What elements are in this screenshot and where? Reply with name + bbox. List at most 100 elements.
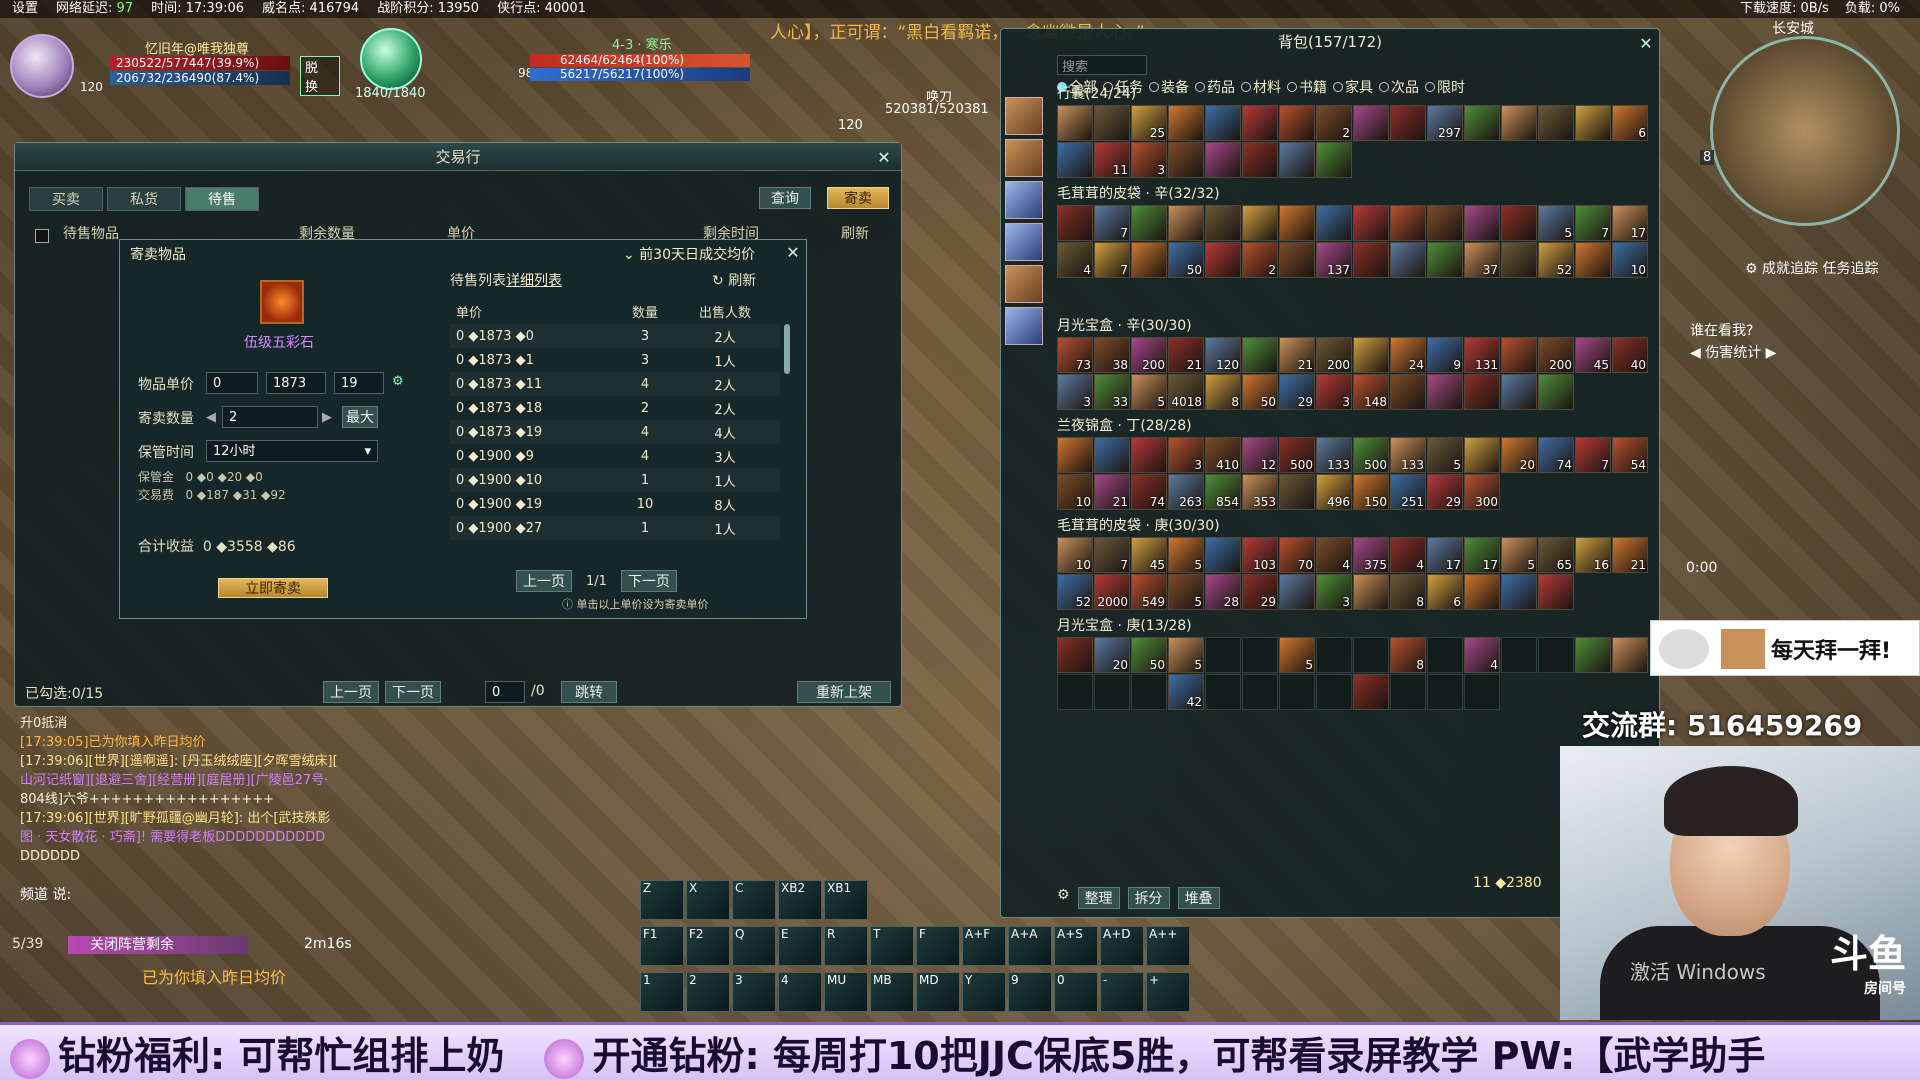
pending-row[interactable]: 0 ◆1873 ◆19 4 4人 <box>450 420 780 444</box>
bag-item[interactable] <box>1279 142 1315 178</box>
bag-item[interactable]: 133 <box>1390 437 1426 473</box>
detail-list-link[interactable]: 详细列表 <box>506 273 562 289</box>
bag-item[interactable] <box>1501 242 1537 278</box>
bag-item[interactable] <box>1168 142 1204 178</box>
bag-item[interactable]: 52 <box>1057 574 1093 610</box>
bag-item[interactable] <box>1353 337 1389 373</box>
skill-slot[interactable]: 4 <box>778 972 822 1012</box>
pending-row[interactable]: 0 ◆1900 ◆27 1 1人 <box>450 516 780 540</box>
bag-item[interactable] <box>1464 205 1500 241</box>
bag-item[interactable] <box>1575 242 1611 278</box>
trade-next-button[interactable]: 下一页 <box>385 681 441 703</box>
bag-item[interactable] <box>1279 242 1315 278</box>
bag-item[interactable] <box>1205 105 1241 141</box>
bag-item[interactable]: 120 <box>1205 337 1241 373</box>
skill-slot[interactable]: MD <box>916 972 960 1012</box>
empty-slot[interactable] <box>1390 674 1426 710</box>
bag-item[interactable] <box>1538 105 1574 141</box>
bag-item[interactable] <box>1464 437 1500 473</box>
bag-item[interactable]: 8 <box>1205 374 1241 410</box>
bag-item[interactable] <box>1205 242 1241 278</box>
empty-slot[interactable] <box>1316 674 1352 710</box>
bag-tab-4[interactable] <box>1005 223 1043 261</box>
price-gold-input[interactable]: 0 <box>206 372 258 394</box>
bag-item[interactable] <box>1094 437 1130 473</box>
bag-tab-2[interactable] <box>1005 139 1043 177</box>
bag-item[interactable] <box>1279 474 1315 510</box>
bag-tab-5[interactable] <box>1005 265 1043 303</box>
bag-item[interactable]: 549 <box>1131 574 1167 610</box>
bag-item[interactable] <box>1242 205 1278 241</box>
bag-item[interactable] <box>1131 437 1167 473</box>
bag-tab-6[interactable] <box>1005 307 1043 345</box>
bag-item[interactable] <box>1168 205 1204 241</box>
tab-pending[interactable]: 待售 <box>185 187 259 211</box>
bag-item[interactable]: 50 <box>1168 242 1204 278</box>
disengage-button[interactable]: 脱 换 <box>300 56 340 96</box>
keep-time-select[interactable]: 12小时 ▾ <box>206 440 378 462</box>
who-watching[interactable]: 谁在看我? <box>1690 320 1753 340</box>
skill-slot[interactable]: A+S <box>1054 926 1098 966</box>
bag-item[interactable]: 17 <box>1427 537 1463 573</box>
bag-item[interactable] <box>1501 374 1537 410</box>
bag-item[interactable]: 21 <box>1168 337 1204 373</box>
bag-item[interactable]: 7 <box>1094 205 1130 241</box>
tab-private[interactable]: 私货 <box>107 187 181 211</box>
bag-item[interactable] <box>1353 105 1389 141</box>
bag-item[interactable]: 200 <box>1316 337 1352 373</box>
bag-item[interactable] <box>1390 205 1426 241</box>
price-copper-input[interactable]: 19 <box>334 372 384 394</box>
skill-slot[interactable]: XB1 <box>824 880 868 920</box>
bag-item[interactable]: 7 <box>1094 537 1130 573</box>
bag-section-title[interactable]: 月光宝盒 · 庚(13/28) <box>1057 615 1653 637</box>
bag-item[interactable] <box>1094 105 1130 141</box>
bag-item[interactable]: 10 <box>1057 537 1093 573</box>
empty-slot[interactable] <box>1427 637 1463 673</box>
bag-item[interactable] <box>1353 242 1389 278</box>
skill-slot[interactable]: + <box>1146 972 1190 1012</box>
empty-slot[interactable] <box>1094 674 1130 710</box>
bag-item[interactable]: 3 <box>1168 437 1204 473</box>
bag-item[interactable]: 6 <box>1427 574 1463 610</box>
skill-slot[interactable]: 3 <box>732 972 776 1012</box>
chat-log[interactable]: 升0抵消 [17:39:05]已为你填入昨日均价 [17:39:06][世界][遥啊… <box>20 714 410 904</box>
damage-stats[interactable]: ◀ 伤害统计 ▶ <box>1690 342 1776 362</box>
bag-item[interactable] <box>1242 142 1278 178</box>
pending-next-button[interactable]: 下一页 <box>620 570 677 592</box>
bag-item[interactable]: 42 <box>1168 674 1204 710</box>
bag-item[interactable] <box>1464 574 1500 610</box>
bag-item[interactable]: 10 <box>1057 474 1093 510</box>
empty-slot[interactable] <box>1205 637 1241 673</box>
bag-item[interactable] <box>1131 205 1167 241</box>
skill-slot[interactable]: 2 <box>686 972 730 1012</box>
price-silver-input[interactable]: 1873 <box>266 372 326 394</box>
bag-item[interactable]: 21 <box>1279 337 1315 373</box>
bag-item[interactable]: 300 <box>1464 474 1500 510</box>
bag-item[interactable]: 5 <box>1501 537 1537 573</box>
skill-slot[interactable]: X <box>686 880 730 920</box>
pending-row[interactable]: 0 ◆1900 ◆19 10 8人 <box>450 492 780 516</box>
bag-item[interactable]: 3 <box>1131 142 1167 178</box>
bag-item[interactable]: 5 <box>1427 437 1463 473</box>
bag-item[interactable] <box>1390 242 1426 278</box>
bag-item[interactable] <box>1612 637 1648 673</box>
bag-item[interactable]: 410 <box>1205 437 1241 473</box>
minimap[interactable]: 长安城 8 <box>1700 18 1910 228</box>
empty-slot[interactable] <box>1538 637 1574 673</box>
bag-item[interactable]: 17 <box>1612 205 1648 241</box>
page-input[interactable]: 0 <box>485 681 525 703</box>
bag-close-icon[interactable]: ✕ <box>1637 35 1655 53</box>
bag-item[interactable]: 4 <box>1464 637 1500 673</box>
skill-slot[interactable]: T <box>870 926 914 966</box>
pending-row[interactable]: 0 ◆1900 ◆10 1 1人 <box>450 468 780 492</box>
bag-item[interactable] <box>1427 205 1463 241</box>
bag-item[interactable] <box>1464 374 1500 410</box>
bag-item[interactable]: 52 <box>1538 242 1574 278</box>
bag-item[interactable]: 25 <box>1131 105 1167 141</box>
bag-item[interactable] <box>1205 142 1241 178</box>
bag-item[interactable]: 21 <box>1094 474 1130 510</box>
split-button[interactable]: 拆分 <box>1127 887 1170 909</box>
skill-slot[interactable]: R <box>824 926 868 966</box>
bag-item[interactable]: 29 <box>1279 374 1315 410</box>
bag-settings-icon[interactable]: ⚙ <box>1057 887 1070 909</box>
